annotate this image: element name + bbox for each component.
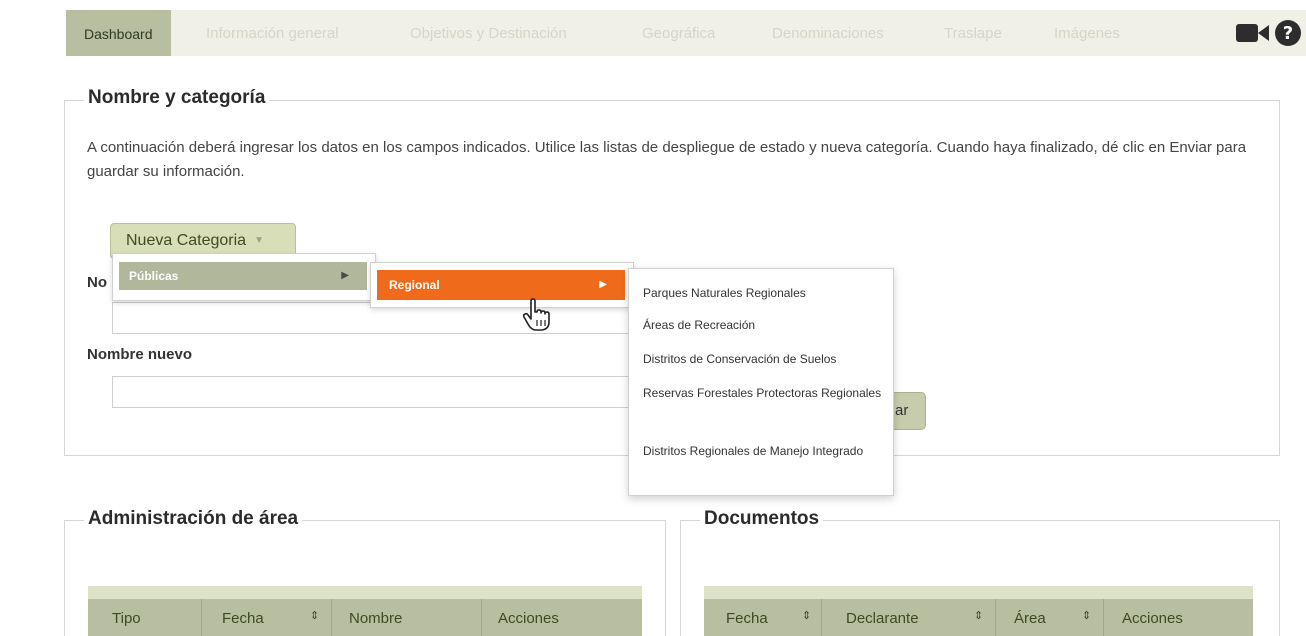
- instructions-text: A continuación deberá ingresar los datos…: [87, 139, 1247, 180]
- menu-item-publicas[interactable]: Públicas ▶: [119, 262, 367, 290]
- help-circle-icon[interactable]: ?: [1274, 19, 1302, 52]
- administracion-table-header: Tipo Fecha ⇕ Nombre Acciones: [88, 586, 642, 636]
- column-header-area[interactable]: Área: [1014, 610, 1046, 627]
- menu-item-distritos-conservacion[interactable]: Distritos de Conservación de Suelos: [643, 349, 883, 369]
- tab-objetivos-destinacion[interactable]: Objetivos y Destinación: [394, 10, 583, 56]
- administracion-legend: Administración de área: [84, 508, 303, 530]
- tab-traslape[interactable]: Traslape: [928, 10, 1018, 56]
- menu-item-publicas-label: Públicas: [129, 269, 179, 283]
- sort-icon[interactable]: ⇕: [974, 609, 983, 622]
- category-menu-level3: Parques Naturales Regionales Áreas de Re…: [628, 268, 894, 496]
- column-header-fecha[interactable]: Fecha: [222, 610, 264, 627]
- tab-informacion-general[interactable]: Información general: [190, 10, 355, 56]
- tab-imagenes[interactable]: Imágenes: [1038, 10, 1136, 56]
- column-header-fecha[interactable]: Fecha: [726, 610, 768, 627]
- sort-icon[interactable]: ⇕: [1082, 609, 1091, 622]
- sort-icon[interactable]: ⇕: [802, 609, 811, 622]
- tab-geografica[interactable]: Geográfica: [626, 10, 731, 56]
- column-header-tipo[interactable]: Tipo: [112, 610, 141, 627]
- menu-item-areas-recreacion[interactable]: Áreas de Recreación: [643, 315, 883, 335]
- chevron-down-icon: ▼: [254, 235, 264, 246]
- column-header-declarante[interactable]: Declarante: [846, 610, 919, 627]
- video-camera-icon[interactable]: [1236, 22, 1270, 49]
- nombre-label: No: [87, 274, 107, 291]
- column-header-acciones: Acciones: [498, 610, 559, 627]
- caret-right-icon: ▶: [599, 279, 607, 290]
- caret-right-icon: ▶: [341, 270, 349, 281]
- svg-text:?: ?: [1283, 23, 1293, 44]
- column-header-acciones: Acciones: [1122, 610, 1183, 627]
- category-menu-level1: Públicas ▶: [112, 253, 376, 301]
- tab-dashboard[interactable]: Dashboard: [66, 10, 171, 56]
- menu-item-distritos-manejo[interactable]: Distritos Regionales de Manejo Integrado: [643, 441, 883, 461]
- new-category-label: Nueva Categoria: [126, 232, 247, 249]
- menu-item-regional[interactable]: Regional ▶: [377, 270, 625, 300]
- tab-denominaciones[interactable]: Denominaciones: [756, 10, 900, 56]
- category-menu-level2: Regional ▶: [370, 262, 634, 308]
- nombre-nuevo-input[interactable]: [112, 376, 642, 408]
- nombre-nuevo-label: Nombre nuevo: [87, 346, 193, 363]
- documentos-table-header: Fecha ⇕ Declarante ⇕ Área ⇕ Acciones: [704, 586, 1253, 636]
- menu-item-parques-naturales[interactable]: Parques Naturales Regionales: [643, 283, 883, 303]
- hand-cursor-icon: [522, 298, 552, 337]
- nombre-categoria-legend: Nombre y categoría: [84, 87, 270, 109]
- documentos-legend: Documentos: [700, 508, 824, 530]
- sort-icon[interactable]: ⇕: [310, 609, 319, 622]
- column-header-nombre[interactable]: Nombre: [349, 610, 402, 627]
- menu-item-reservas-forestales[interactable]: Reservas Forestales Protectoras Regional…: [643, 383, 883, 403]
- menu-item-regional-label: Regional: [389, 278, 440, 292]
- enviar-label: ar: [895, 402, 909, 419]
